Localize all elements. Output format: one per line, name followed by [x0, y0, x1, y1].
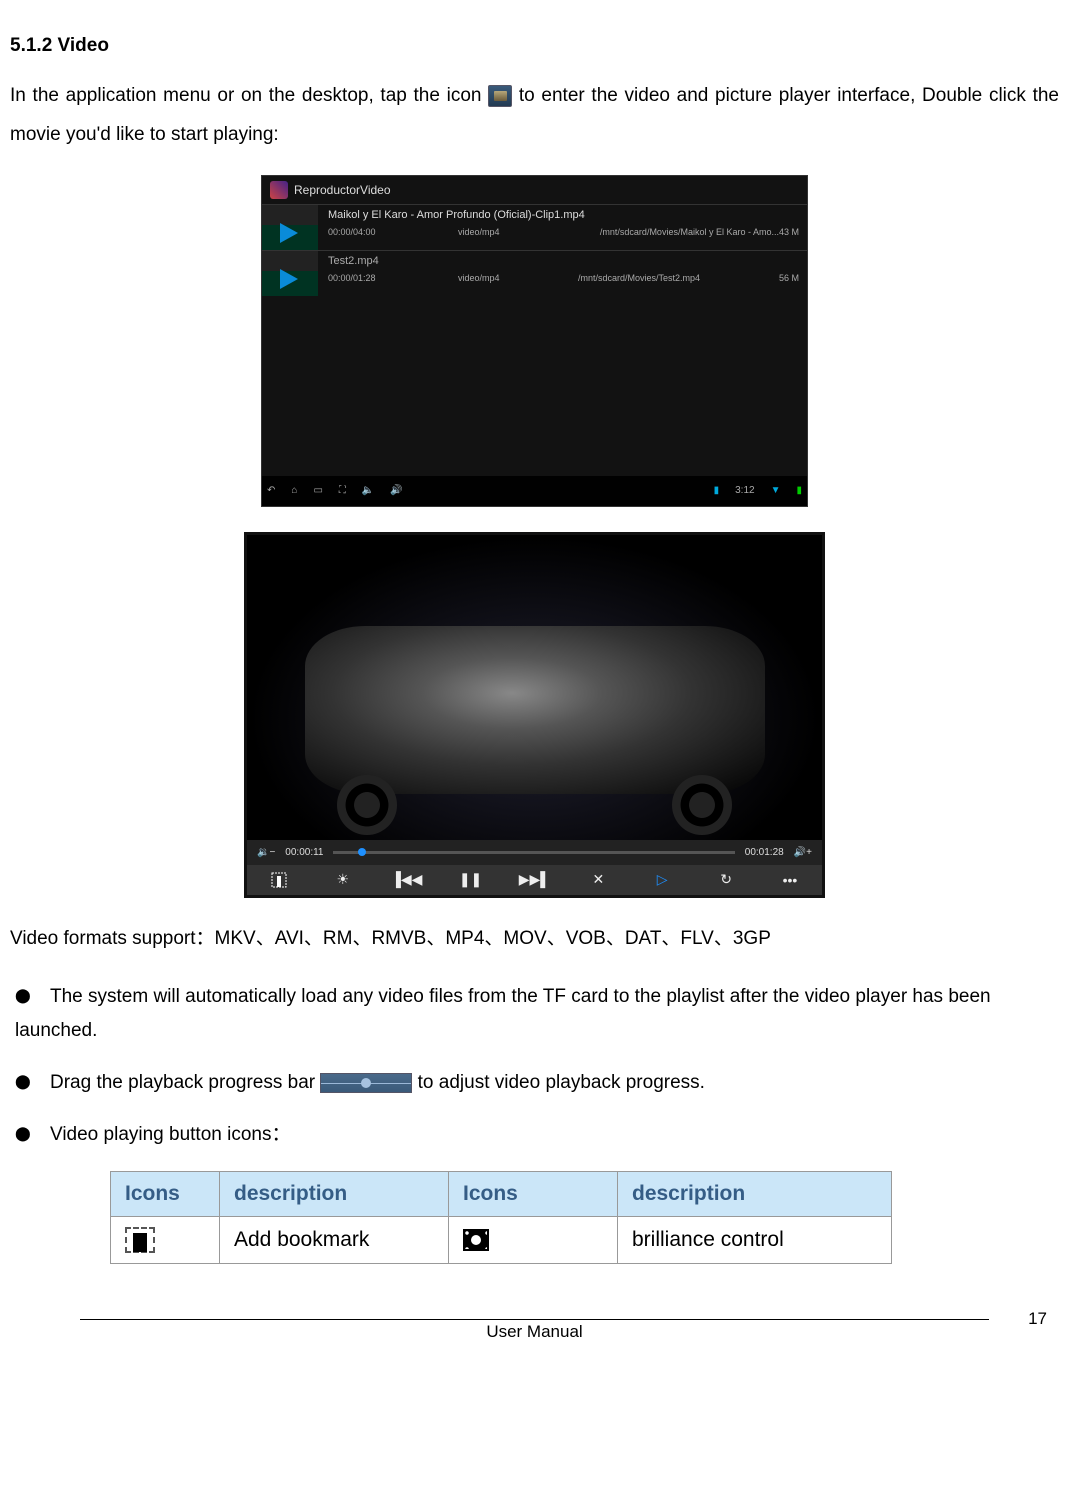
video-app-icon — [488, 85, 512, 107]
app-title-bar: ReproductorVideo — [262, 176, 807, 204]
progress-bar[interactable]: 🔉− 00:00:11 00:01:28 🔊+ — [247, 840, 822, 865]
triangle-icon[interactable]: ▷ — [653, 871, 671, 889]
more-icon[interactable]: ••• — [781, 871, 799, 889]
signal-icon: ▮ — [714, 485, 720, 496]
seek-track[interactable] — [333, 851, 734, 854]
vol-up-icon[interactable]: 🔊+ — [794, 847, 812, 858]
video-content — [305, 626, 765, 794]
progress-bar-icon — [320, 1073, 412, 1093]
video-thumbnail-icon — [262, 251, 318, 296]
video-type: video/mp4 — [458, 227, 578, 237]
video-path: /mnt/sdcard/Movies/Test2.mp4 — [578, 273, 749, 283]
video-frame[interactable] — [247, 535, 822, 840]
header-icons: Icons — [449, 1171, 618, 1216]
footer: 17 User Manual — [10, 1319, 1059, 1359]
list-item: ⬤ Video playing button icons： — [10, 1118, 1059, 1152]
total-time: 00:01:28 — [745, 847, 784, 858]
bullet-icon: ⬤ — [10, 1066, 50, 1096]
home-icon[interactable]: ⌂ — [291, 485, 297, 496]
video-thumbnail-icon — [262, 205, 318, 250]
header-icons: Icons — [111, 1171, 220, 1216]
video-path: /mnt/sdcard/Movies/Maikol y El Karo - Am… — [578, 227, 799, 237]
brightness-icon[interactable]: ☀ — [334, 871, 352, 889]
video-content — [672, 775, 732, 835]
pause-icon[interactable]: ❚❚ — [462, 871, 480, 889]
list-item: ⬤ Drag the playback progress bar to adju… — [10, 1066, 1059, 1100]
table-row: Add bookmark brilliance control — [111, 1216, 892, 1263]
list-item: ⬤ The system will automatically load any… — [10, 980, 1059, 1048]
video-list-row[interactable]: Maikol y El Karo - Amor Profundo (Oficia… — [262, 204, 807, 250]
app-icon — [270, 181, 288, 199]
wifi-icon: ▼ — [771, 485, 781, 496]
table-header-row: Icons description Icons description — [111, 1171, 892, 1216]
vol-down-icon[interactable]: 🔈 — [362, 485, 374, 496]
header-description: description — [220, 1171, 449, 1216]
recent-icon[interactable]: ▭ — [313, 485, 322, 496]
video-list-row[interactable]: Test2.mp4 00:00/01:28 video/mp4 /mnt/sdc… — [262, 250, 807, 296]
close-icon[interactable]: ✕ — [589, 871, 607, 889]
cell-description: brilliance control — [618, 1216, 892, 1263]
bookmark-icon[interactable] — [270, 871, 288, 889]
video-title: Test2.mp4 — [328, 251, 799, 273]
video-type: video/mp4 — [458, 273, 578, 283]
app-title-text: ReproductorVideo — [294, 183, 391, 197]
cell-description: Add bookmark — [220, 1216, 449, 1263]
previous-icon[interactable]: ▐◀◀ — [398, 871, 416, 889]
add-bookmark-icon — [125, 1227, 155, 1253]
current-time: 00:00:11 — [285, 847, 323, 858]
video-size: 56 M — [749, 273, 799, 283]
bullet-text: The system will automatically load any v… — [15, 980, 1059, 1048]
next-icon[interactable]: ▶▶▌ — [525, 871, 543, 889]
video-duration: 00:00/04:00 — [328, 227, 458, 237]
bullet-text-part: Drag the playback progress bar — [50, 1072, 320, 1093]
back-icon[interactable]: ↶ — [267, 485, 275, 496]
vol-up-icon[interactable]: 🔊 — [390, 485, 402, 496]
cell-icon — [111, 1216, 220, 1263]
bullet-text-part: to adjust video playback progress. — [418, 1072, 705, 1093]
paragraph-intro: In the application menu or on the deskto… — [10, 77, 1059, 155]
footer-line — [80, 1319, 989, 1320]
footer-label: User Manual — [10, 1322, 1059, 1342]
brilliance-control-icon — [463, 1229, 489, 1251]
video-duration: 00:00/01:28 — [328, 273, 458, 283]
bullet-text: Video playing button icons： — [50, 1118, 1059, 1152]
para1-text-a: In the application menu or on the deskto… — [10, 85, 488, 106]
android-navbar: ↶ ⌂ ▭ ⛶ 🔈 🔊 ▮ 3:12 ▼ ▮ — [262, 476, 807, 506]
cell-icon — [449, 1216, 618, 1263]
vol-down-icon[interactable]: 🔉− — [257, 847, 275, 858]
control-bar: ☀ ▐◀◀ ❚❚ ▶▶▌ ✕ ▷ ↻ ••• — [247, 865, 822, 895]
bullet-text: Drag the playback progress bar to adjust… — [50, 1066, 1059, 1100]
battery-icon: ▮ — [796, 485, 802, 496]
header-description: description — [618, 1171, 892, 1216]
formats-support: Video formats support：MKV、AVI、RM、RMVB、MP… — [10, 923, 1059, 950]
screenshot-video-player: 🔉− 00:00:11 00:01:28 🔊+ ☀ ▐◀◀ ❚❚ ▶▶▌ ✕ ▷… — [244, 532, 825, 898]
screenshot-video-list: ReproductorVideo Maikol y El Karo - Amor… — [261, 175, 808, 507]
page-number: 17 — [1028, 1309, 1047, 1329]
icons-table: Icons description Icons description Add … — [110, 1171, 892, 1264]
bullet-list: ⬤ The system will automatically load any… — [10, 980, 1059, 1153]
bullet-icon: ⬤ — [10, 1118, 50, 1148]
video-content — [337, 775, 397, 835]
section-heading: 5.1.2 Video — [10, 35, 1059, 57]
refresh-icon[interactable]: ↻ — [717, 871, 735, 889]
capture-icon[interactable]: ⛶ — [339, 485, 346, 496]
video-title: Maikol y El Karo - Amor Profundo (Oficia… — [328, 205, 799, 227]
status-time: 3:12 — [735, 485, 754, 496]
